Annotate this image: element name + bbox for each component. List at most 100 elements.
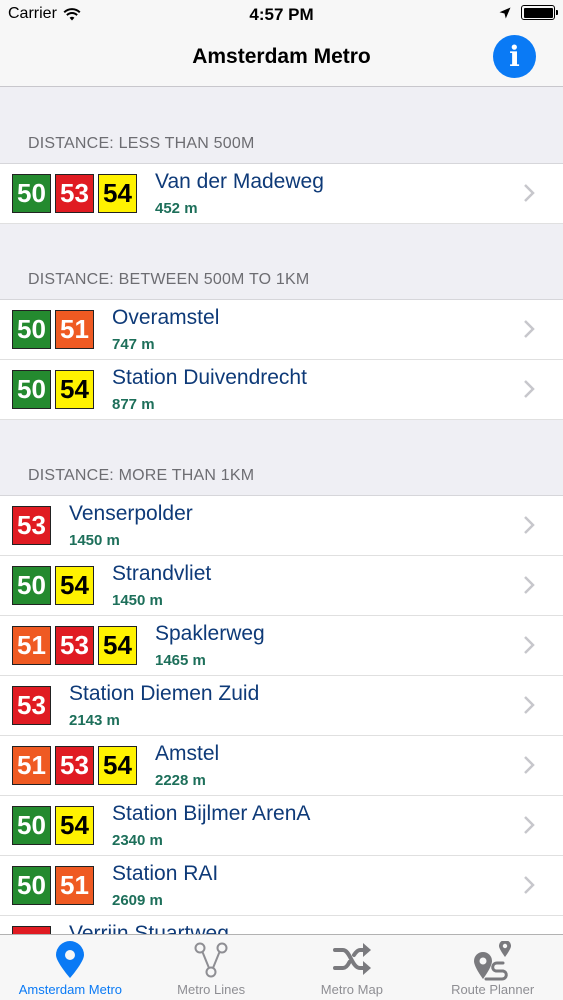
line-badges: 53 — [12, 926, 51, 934]
route-icon — [473, 941, 511, 981]
location-arrow-icon — [499, 7, 511, 18]
line-badge-54: 54 — [98, 746, 137, 785]
line-badge-53: 53 — [12, 506, 51, 545]
station-name: Spaklerweg — [155, 622, 265, 645]
tab-route-planner[interactable]: Route Planner — [422, 935, 563, 1000]
page-title: Amsterdam Metro — [192, 45, 371, 68]
line-badge-50: 50 — [12, 806, 51, 845]
station-distance: 2143 m — [69, 712, 120, 729]
station-distance: 1465 m — [155, 652, 206, 669]
status-bar: Carrier 4:57 PM — [0, 0, 563, 30]
tab-metro-map[interactable]: Metro Map — [282, 935, 423, 1000]
station-row[interactable]: 53 Verrijn Stuartweg — [0, 916, 563, 934]
shuffle-icon — [332, 943, 371, 975]
station-row[interactable]: 50 53 54 Van der Madeweg 452 m — [0, 164, 563, 224]
location-pin-icon — [56, 941, 85, 978]
line-badge-53: 53 — [55, 626, 94, 665]
line-badge-53: 53 — [12, 926, 51, 934]
line-badge-53: 53 — [55, 174, 94, 213]
station-row[interactable]: 53 Venserpolder 1450 m — [0, 496, 563, 556]
tab-label: Route Planner — [451, 982, 535, 997]
line-badge-54: 54 — [98, 174, 137, 213]
station-name: Van der Madeweg — [155, 170, 324, 193]
tab-label: Amsterdam Metro — [18, 982, 123, 997]
station-row[interactable]: 50 51 Station RAI 2609 m — [0, 856, 563, 916]
section-header: DISTANCE: BETWEEN 500M TO 1KM — [0, 224, 563, 300]
section-header: DISTANCE: MORE THAN 1KM — [0, 420, 563, 496]
line-badges: 51 53 54 — [12, 746, 137, 785]
tab-label: Metro Lines — [177, 982, 246, 997]
line-badge-51: 51 — [12, 746, 51, 785]
chevron-right-icon — [524, 636, 535, 654]
station-distance: 747 m — [112, 336, 155, 353]
station-distance: 2228 m — [155, 772, 206, 789]
station-name: Station Bijlmer ArenA — [112, 802, 311, 825]
tab-metro-lines[interactable]: Metro Lines — [141, 935, 282, 1000]
line-badges: 50 53 54 — [12, 174, 137, 213]
line-badge-50: 50 — [12, 566, 51, 605]
line-badge-54: 54 — [55, 806, 94, 845]
station-row[interactable]: 51 53 54 Spaklerweg 1465 m — [0, 616, 563, 676]
station-name: Station Diemen Zuid — [69, 682, 260, 705]
line-badge-54: 54 — [55, 566, 94, 605]
station-name: Station RAI — [112, 862, 219, 885]
station-list[interactable]: DISTANCE: LESS THAN 500M 50 53 54 Van der Ma… — [0, 88, 563, 934]
line-badge-51: 51 — [55, 310, 94, 349]
line-badge-50: 50 — [12, 174, 51, 213]
line-badge-53: 53 — [55, 746, 94, 785]
station-name: Station Duivendrecht — [112, 366, 307, 389]
station-distance: 452 m — [155, 200, 198, 217]
station-distance: 1450 m — [112, 592, 163, 609]
station-name: Verrijn Stuartweg — [69, 922, 229, 934]
line-badges: 53 — [12, 506, 51, 545]
tab-label: Metro Map — [320, 982, 383, 997]
chevron-right-icon — [524, 696, 535, 714]
info-button[interactable]: i — [493, 35, 536, 78]
tab-amsterdam-metro[interactable]: Amsterdam Metro — [0, 935, 141, 1000]
station-distance: 2609 m — [112, 892, 163, 909]
line-badge-54: 54 — [55, 370, 94, 409]
station-row[interactable]: 51 53 54 Amstel 2228 m — [0, 736, 563, 796]
battery-icon — [521, 5, 558, 20]
station-row[interactable]: 50 54 Station Duivendrecht 877 m — [0, 360, 563, 420]
station-name: Venserpolder — [69, 502, 193, 525]
chevron-right-icon — [524, 576, 535, 594]
info-icon: i — [509, 40, 520, 73]
navigation-bar: Amsterdam Metro i — [0, 30, 563, 87]
chevron-right-icon — [524, 756, 535, 774]
station-distance: 877 m — [112, 396, 155, 413]
line-badge-54: 54 — [98, 626, 137, 665]
chevron-right-icon — [524, 816, 535, 834]
line-badges: 50 54 — [12, 806, 94, 845]
station-name: Strandvliet — [112, 562, 212, 585]
network-icon — [194, 942, 228, 978]
line-badges: 51 53 54 — [12, 626, 137, 665]
line-badges: 50 51 — [12, 866, 94, 905]
section-header-label: DISTANCE: MORE THAN 1KM — [28, 467, 255, 484]
chevron-right-icon — [524, 320, 535, 338]
tab-bar: Amsterdam Metro Metro Lines Metro Map Ro… — [0, 934, 563, 1000]
section-header-label: DISTANCE: LESS THAN 500M — [28, 135, 255, 152]
station-row[interactable]: 53 Station Diemen Zuid 2143 m — [0, 676, 563, 736]
chevron-right-icon — [524, 516, 535, 534]
line-badge-50: 50 — [12, 310, 51, 349]
chevron-right-icon — [524, 380, 535, 398]
station-row[interactable]: 50 54 Station Bijlmer ArenA 2340 m — [0, 796, 563, 856]
chevron-right-icon — [524, 184, 535, 202]
line-badge-51: 51 — [12, 626, 51, 665]
station-row[interactable]: 50 51 Overamstel 747 m — [0, 300, 563, 360]
section-header-label: DISTANCE: BETWEEN 500M TO 1KM — [28, 271, 310, 288]
station-row[interactable]: 50 54 Strandvliet 1450 m — [0, 556, 563, 616]
line-badges: 50 51 — [12, 310, 94, 349]
line-badges: 50 54 — [12, 370, 94, 409]
status-right — [499, 5, 558, 20]
chevron-right-icon — [524, 876, 535, 894]
station-name: Overamstel — [112, 306, 220, 329]
line-badges: 53 — [12, 686, 51, 725]
line-badge-50: 50 — [12, 370, 51, 409]
section-header: DISTANCE: LESS THAN 500M — [0, 88, 563, 164]
line-badge-50: 50 — [12, 866, 51, 905]
station-distance: 2340 m — [112, 832, 163, 849]
line-badges: 50 54 — [12, 566, 94, 605]
line-badge-53: 53 — [12, 686, 51, 725]
